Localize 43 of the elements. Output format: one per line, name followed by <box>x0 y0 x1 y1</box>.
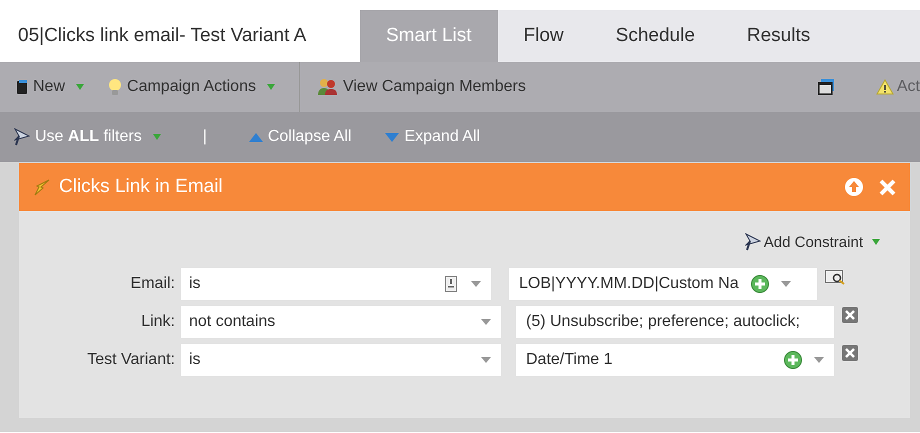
delete-icon[interactable] <box>842 307 858 323</box>
caret-icon <box>471 281 481 287</box>
people-icon <box>316 78 338 96</box>
tab[interactable]: Schedule <box>590 10 721 62</box>
document-icon <box>445 276 457 292</box>
caret-icon <box>780 281 791 287</box>
value-dropdown[interactable]: LOB|YYYY.MM.DD|Custom Na <box>509 268 817 300</box>
toolbar-button[interactable]: View Campaign Members <box>316 62 550 112</box>
field-label: Email: <box>130 275 175 293</box>
filter-title: Clicks Link in Email <box>59 176 223 198</box>
toolbar-button[interactable]: New <box>16 62 108 112</box>
add-icon[interactable] <box>784 351 802 369</box>
move-up-icon[interactable] <box>845 178 863 196</box>
lightning-icon <box>33 178 51 196</box>
operator-dropdown[interactable]: is <box>181 268 491 300</box>
operator-dropdown[interactable]: not contains <box>181 306 501 338</box>
dropdown-icon <box>872 239 880 245</box>
tab[interactable]: Results <box>720 10 836 62</box>
close-icon[interactable] <box>879 178 896 196</box>
delete-icon[interactable] <box>842 345 858 361</box>
caret-icon <box>481 357 491 363</box>
add-constraint-button[interactable]: Add Constraint <box>744 233 880 251</box>
caret-icon <box>814 357 824 363</box>
field-label: Link: <box>140 313 175 331</box>
preview-icon[interactable] <box>825 269 845 285</box>
book-icon <box>16 79 28 95</box>
dropdown-icon <box>152 134 161 140</box>
operator-dropdown[interactable]: is <box>181 344 501 376</box>
value-field[interactable]: (5) Unsubscribe; preference; autoclick; <box>516 306 834 338</box>
warning-icon <box>876 79 894 95</box>
field-label: Test Variant: <box>86 351 175 369</box>
window-icon[interactable] <box>818 79 834 95</box>
dropdown-icon <box>76 84 84 90</box>
add-icon[interactable] <box>750 275 769 293</box>
lightbulb-icon <box>108 78 122 96</box>
value-dropdown[interactable]: Date/Time 1 <box>516 344 834 376</box>
triangle-down-icon <box>385 132 400 142</box>
separator: | <box>202 128 207 146</box>
caret-icon <box>481 319 491 325</box>
dropdown-icon <box>266 84 275 90</box>
tab[interactable]: Flow <box>498 10 590 62</box>
triangle-up-icon <box>248 132 263 142</box>
campaign-title: 05|Clicks link email- Test Variant A <box>0 10 360 62</box>
